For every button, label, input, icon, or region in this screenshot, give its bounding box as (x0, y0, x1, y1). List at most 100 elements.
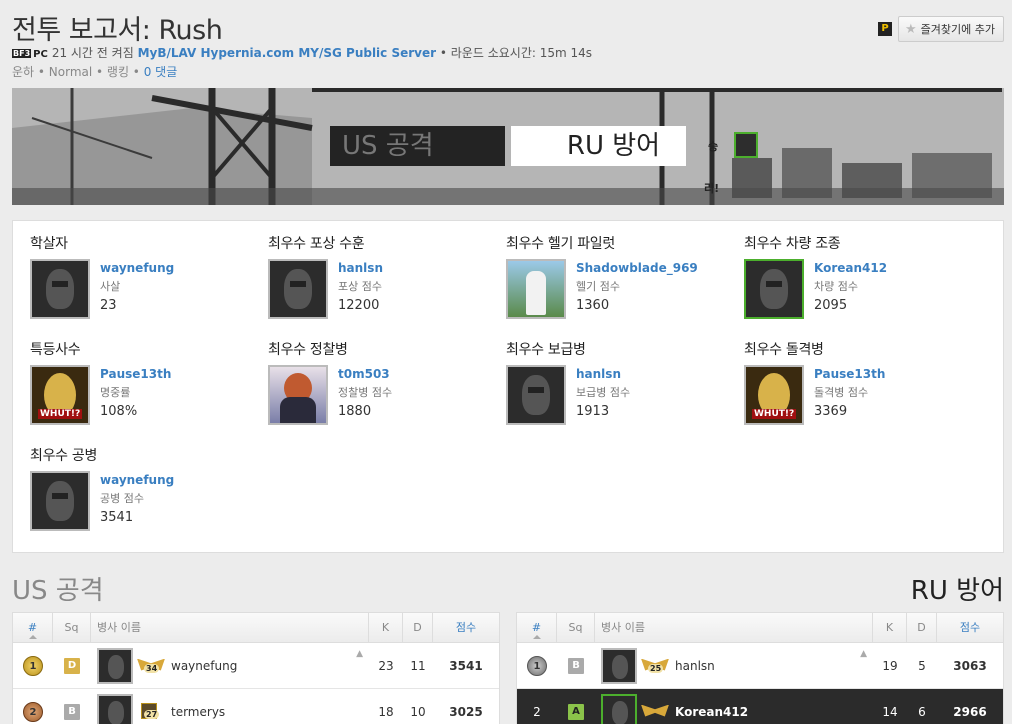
rank-cell: 2 (517, 705, 557, 719)
squad-badge: B (64, 703, 80, 720)
player-name[interactable]: Korean412 (675, 705, 748, 719)
player-avatar[interactable] (601, 693, 637, 724)
player-name[interactable]: termerys (171, 705, 225, 719)
col-score-header[interactable]: 점수 (937, 613, 1003, 643)
comments-link[interactable]: 0 댓글 (144, 65, 178, 79)
award-card: 학살자 waynefung 사살 23 (30, 233, 260, 333)
mode-meta: 운하 • Normal • 랭킹 • 0 댓글 (12, 63, 177, 80)
squad-badge: A (568, 703, 584, 720)
table-row[interactable]: 2 B 27 termerys 18 10 3025 (13, 689, 499, 724)
table-header: # Sq 병사 이름 K D 점수 (13, 612, 499, 643)
banner-background (12, 88, 1004, 205)
award-stat-value: 108% (100, 404, 138, 419)
award-body: hanlsn 포상 점수 12200 (268, 259, 498, 319)
rank-insignia-icon: 25 (641, 657, 669, 675)
award-player-name[interactable]: Pause13th (100, 367, 171, 381)
award-player-name[interactable]: hanlsn (576, 367, 630, 381)
conquered-text: 켜짐 (111, 46, 134, 60)
player-avatar[interactable] (506, 259, 566, 319)
award-info: waynefung 공병 점수 3541 (100, 471, 174, 531)
award-player-name[interactable]: Pause13th (814, 367, 885, 381)
award-player-name[interactable]: hanlsn (338, 261, 383, 275)
table-row[interactable]: 1 D 34 waynefung ▲ 23 11 3541 (13, 643, 499, 689)
award-player-name[interactable]: Shadowblade_969 (576, 261, 698, 275)
player-cell[interactable]: 25 hanlsn ▲ (595, 643, 873, 689)
bf3-logo-icon: BF3 (12, 49, 32, 58)
award-card: 최우수 공병 waynefung 공병 점수 3541 (30, 445, 260, 545)
award-body: waynefung 공병 점수 3541 (30, 471, 260, 531)
col-score-header[interactable]: 점수 (433, 613, 499, 643)
player-avatar[interactable]: WHUT!? (744, 365, 804, 425)
award-stat-label: 명중률 (100, 386, 131, 399)
rank-number: 2 (533, 704, 541, 719)
col-deaths-header[interactable]: D (907, 612, 937, 643)
award-title: 학살자 (30, 236, 68, 252)
report-meta: BF3 PC 21 시간 전 켜짐 MyB/LAV Hypernia.com MY/… (12, 44, 592, 61)
player-name[interactable]: waynefung (171, 659, 237, 673)
us-scoreboard: # Sq 병사 이름 K D 점수 1 D 34 waynefung ▲ 23 11 3541 2 B 27 te… (12, 612, 500, 724)
col-squad-header[interactable]: Sq (53, 612, 91, 643)
col-squad-header[interactable]: Sq (557, 612, 595, 643)
time-ago: 21 시간 전 (51, 46, 108, 60)
award-title: 최우수 헬기 파일럿 (506, 236, 615, 252)
award-stat-value: 23 (100, 298, 117, 313)
award-card: 최우수 차량 조종 Korean412 차량 점수 2095 (744, 233, 974, 333)
rank-insignia-icon (641, 703, 669, 721)
add-favorite-button[interactable]: ★ 즐겨찾기에 추가 (898, 16, 1004, 42)
player-name[interactable]: hanlsn (675, 659, 715, 673)
p-icon[interactable]: P (878, 22, 892, 36)
report-icon[interactable]: ▲ (356, 649, 363, 659)
award-title: 최우수 포상 수훈 (268, 236, 365, 252)
award-info: waynefung 사살 23 (100, 259, 174, 319)
award-stat-label: 차량 점수 (814, 280, 858, 293)
col-deaths-header[interactable]: D (403, 612, 433, 643)
award-info: hanlsn 보급병 점수 1913 (576, 365, 630, 425)
award-player-name[interactable]: waynefung (100, 261, 174, 275)
player-cell[interactable]: Korean412 (595, 689, 873, 724)
col-kills-header[interactable]: K (369, 612, 403, 643)
win-label-bottom: 리! (704, 182, 720, 195)
table-row[interactable]: 1 B 25 hanlsn ▲ 19 5 3063 (517, 643, 1003, 689)
award-player-name[interactable]: t0m503 (338, 367, 392, 381)
player-avatar[interactable] (97, 647, 133, 684)
player-avatar[interactable] (506, 365, 566, 425)
report-icon[interactable]: ▲ (860, 649, 867, 659)
award-player-name[interactable]: waynefung (100, 473, 174, 487)
rank-cell: 1 (13, 655, 53, 676)
player-cell[interactable]: 34 waynefung ▲ (91, 643, 369, 689)
battle-banner: US 공격 RU 방어 승 리! (12, 88, 1004, 205)
visor-shape (52, 493, 68, 499)
player-avatar[interactable] (30, 259, 90, 319)
visor-shape (52, 281, 68, 287)
player-avatar[interactable]: WHUT!? (30, 365, 90, 425)
team-us-label: US 공격 (330, 126, 505, 166)
col-rank-header[interactable]: # (517, 612, 557, 643)
rank-insignia-icon: 34 (137, 657, 165, 675)
rank-cell: 2 (13, 701, 53, 722)
award-player-name[interactable]: Korean412 (814, 261, 887, 275)
award-stat-value: 2095 (814, 298, 848, 313)
award-body: Korean412 차량 점수 2095 (744, 259, 974, 319)
player-avatar[interactable] (268, 365, 328, 425)
squad-cell: D (53, 657, 91, 674)
team-ru-label: RU 방어 (511, 126, 686, 166)
award-info: t0m503 정찰병 점수 1880 (338, 365, 392, 425)
helmet-figure (760, 269, 788, 309)
player-avatar[interactable] (30, 471, 90, 531)
award-title: 최우수 보급병 (506, 342, 586, 358)
col-name-header[interactable]: 병사 이름 (91, 612, 369, 643)
table-row[interactable]: 2 A Korean412 14 6 2966 (517, 689, 1003, 724)
player-avatar[interactable] (744, 259, 804, 319)
col-kills-header[interactable]: K (873, 612, 907, 643)
col-rank-header[interactable]: # (13, 612, 53, 643)
award-stat-label: 정찰병 점수 (338, 386, 393, 399)
deaths-cell: 11 (410, 658, 426, 673)
player-avatar[interactable] (268, 259, 328, 319)
player-avatar[interactable] (97, 693, 133, 724)
col-name-header[interactable]: 병사 이름 (595, 612, 873, 643)
server-link[interactable]: MyB/LAV Hypernia.com MY/SG Public Server (138, 46, 436, 60)
player-cell[interactable]: 27 termerys (91, 689, 369, 724)
award-info: hanlsn 포상 점수 12200 (338, 259, 383, 319)
player-avatar[interactable] (601, 647, 637, 684)
award-stat-value: 3369 (814, 404, 848, 419)
